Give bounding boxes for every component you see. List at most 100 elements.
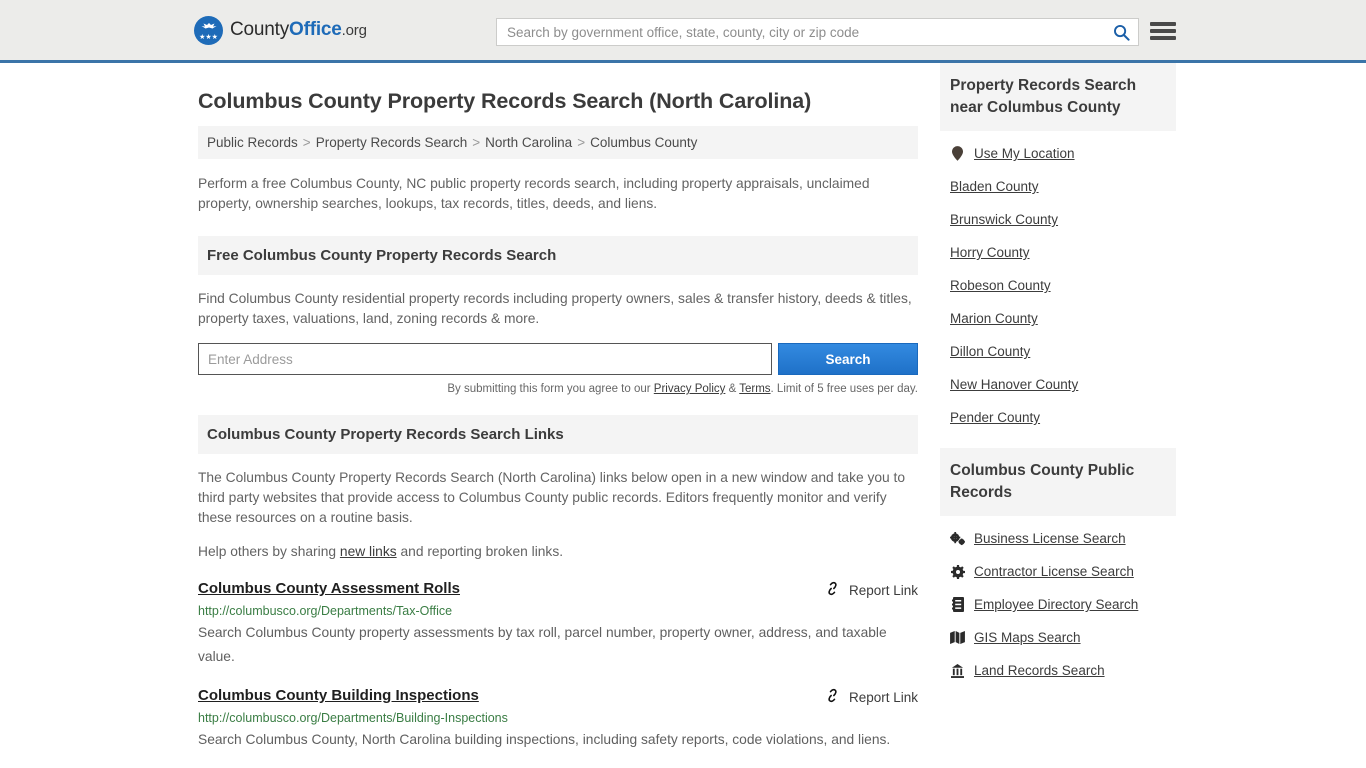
sidebar-link-label[interactable]: New Hanover County [950, 377, 1078, 392]
sidebar-public-records-heading: Columbus County Public Records [940, 448, 1176, 516]
map-icon [950, 631, 965, 644]
links-section-paragraph: The Columbus County Property Records Sea… [198, 470, 906, 525]
sidebar-item-brunswick-county[interactable]: Brunswick County [940, 203, 1176, 236]
result-url: http://columbusco.org/Departments/Tax-Of… [198, 604, 453, 618]
logo-text-office: Office [289, 19, 342, 40]
sidebar-link-label[interactable]: Horry County [950, 245, 1030, 260]
help-prefix: Help others by sharing [198, 544, 340, 559]
landmark-icon [950, 663, 965, 678]
sidebar-item-contractor-license-search[interactable]: Contractor License Search [940, 555, 1176, 588]
result-description: Search Columbus County property assessme… [198, 625, 887, 664]
result-header: Columbus County Assessment Rolls Report … [198, 580, 918, 599]
global-search-bar[interactable] [496, 18, 1139, 46]
new-links-link[interactable]: new links [340, 544, 397, 559]
site-header: ★★★ CountyOffice.org [0, 0, 1366, 63]
sidebar-link-label[interactable]: GIS Maps Search [974, 630, 1081, 645]
links-section-heading: Columbus County Property Records Search … [198, 415, 918, 454]
result-item: Columbus County Assessment Rolls Report … [198, 580, 918, 669]
help-suffix: and reporting broken links. [396, 544, 564, 559]
result-title-link[interactable]: Columbus County Assessment Rolls [198, 580, 460, 597]
sidebar-item-business-license-search[interactable]: Business License Search [940, 522, 1176, 555]
address-search-button[interactable]: Search [778, 343, 918, 375]
terms-link[interactable]: Terms [739, 383, 770, 395]
sidebar-item-new-hanover-county[interactable]: New Hanover County [940, 368, 1176, 401]
logo-text: CountyOffice.org [230, 19, 367, 41]
sidebar-link-label[interactable]: Brunswick County [950, 212, 1058, 227]
sidebar-link-label[interactable]: Land Records Search [974, 663, 1105, 678]
address-book-icon [950, 597, 965, 612]
sidebar-item-use-my-location[interactable]: Use My Location [940, 137, 1176, 170]
page-intro-text: Perform a free Columbus County, NC publi… [198, 176, 870, 211]
search-icon[interactable] [1104, 19, 1138, 45]
cogs-icon [950, 531, 965, 546]
breadcrumb-item-public-records[interactable]: Public Records [207, 135, 298, 150]
map-pin-icon [950, 146, 965, 161]
result-url: http://columbusco.org/Departments/Buildi… [198, 711, 508, 725]
sidebar-near-list: Use My Location Bladen County Brunswick … [940, 131, 1176, 434]
page-body: Columbus County Property Records Search … [0, 63, 1366, 752]
breadcrumb-item-north-carolina[interactable]: North Carolina [485, 135, 572, 150]
search-input[interactable] [497, 24, 1104, 40]
report-link-label: Report Link [848, 582, 918, 598]
logo-text-county: County [230, 19, 290, 40]
sidebar-item-bladen-county[interactable]: Bladen County [940, 170, 1176, 203]
broken-link-icon [824, 688, 841, 706]
sidebar-link-label[interactable]: Marion County [950, 311, 1038, 326]
broken-link-icon [824, 581, 841, 599]
breadcrumb-item-columbus-county: Columbus County [590, 135, 698, 150]
sidebar-public-records-list: Business License Search Contractor Licen… [940, 516, 1176, 687]
sidebar-near-heading: Property Records Search near Columbus Co… [940, 63, 1176, 131]
sidebar-item-robeson-county[interactable]: Robeson County [940, 269, 1176, 302]
free-search-description: Find Columbus County residential propert… [198, 291, 912, 326]
sidebar-item-dillon-county[interactable]: Dillon County [940, 335, 1176, 368]
breadcrumb-separator-2: > [472, 135, 481, 150]
sidebar-item-pender-county[interactable]: Pender County [940, 401, 1176, 434]
sidebar-link-label[interactable]: Business License Search [974, 531, 1126, 546]
result-description: Search Columbus County, North Carolina b… [198, 732, 891, 747]
sidebar-item-horry-county[interactable]: Horry County [940, 236, 1176, 269]
logo-text-org: .org [341, 22, 367, 39]
breadcrumb-item-property-records-search[interactable]: Property Records Search [316, 135, 468, 150]
form-disclaimer: By submitting this form you agree to our… [198, 383, 918, 395]
breadcrumb: Public Records > Property Records Search > N… [198, 126, 918, 159]
sidebar-item-gis-maps-search[interactable]: GIS Maps Search [940, 621, 1176, 654]
disclaimer-suffix: . Limit of 5 free uses per day. [770, 383, 918, 395]
hamburger-bar-3 [1150, 36, 1176, 40]
result-item: Columbus County Building Inspections Rep… [198, 687, 918, 752]
sidebar-link-label[interactable]: Contractor License Search [974, 564, 1134, 579]
result-title-link[interactable]: Columbus County Building Inspections [198, 687, 479, 704]
breadcrumb-separator-1: > [302, 135, 311, 150]
links-section-help: Help others by sharing new links and rep… [198, 542, 918, 562]
hamburger-menu-icon[interactable] [1150, 20, 1176, 42]
cog-icon [950, 564, 965, 579]
sidebar-link-label[interactable]: Bladen County [950, 179, 1039, 194]
logo-stars: ★★★ [199, 33, 218, 41]
page-title: Columbus County Property Records Search … [198, 89, 812, 113]
sidebar-link-label[interactable]: Dillon County [950, 344, 1030, 359]
sidebar-item-employee-directory-search[interactable]: Employee Directory Search [940, 588, 1176, 621]
result-header: Columbus County Building Inspections Rep… [198, 687, 918, 706]
report-link-button[interactable]: Report Link [824, 687, 918, 706]
address-search-form: Search [198, 343, 918, 375]
sidebar-link-label[interactable]: Use My Location [974, 146, 1075, 161]
sidebar-item-land-records-search[interactable]: Land Records Search [940, 654, 1176, 687]
hamburger-bar-1 [1150, 22, 1176, 26]
privacy-policy-link[interactable]: Privacy Policy [654, 383, 726, 395]
disclaimer-prefix: By submitting this form you agree to our [447, 383, 654, 395]
main-content: Columbus County Property Records Search … [198, 63, 918, 752]
hamburger-bar-2 [1150, 29, 1176, 33]
disclaimer-amp: & [725, 383, 740, 395]
address-input[interactable] [198, 343, 772, 375]
sidebar-link-label[interactable]: Employee Directory Search [974, 597, 1138, 612]
eagle-seal-icon: ★★★ [194, 15, 223, 45]
site-logo[interactable]: ★★★ CountyOffice.org [194, 15, 367, 45]
sidebar-link-label[interactable]: Robeson County [950, 278, 1051, 293]
sidebar-item-marion-county[interactable]: Marion County [940, 302, 1176, 335]
report-link-label: Report Link [848, 689, 918, 705]
free-search-body: Find Columbus County residential propert… [198, 289, 918, 329]
sidebar-link-label[interactable]: Pender County [950, 410, 1040, 425]
sidebar: Property Records Search near Columbus Co… [940, 63, 1176, 752]
report-link-button[interactable]: Report Link [824, 580, 918, 599]
free-search-heading: Free Columbus County Property Records Se… [198, 236, 918, 275]
